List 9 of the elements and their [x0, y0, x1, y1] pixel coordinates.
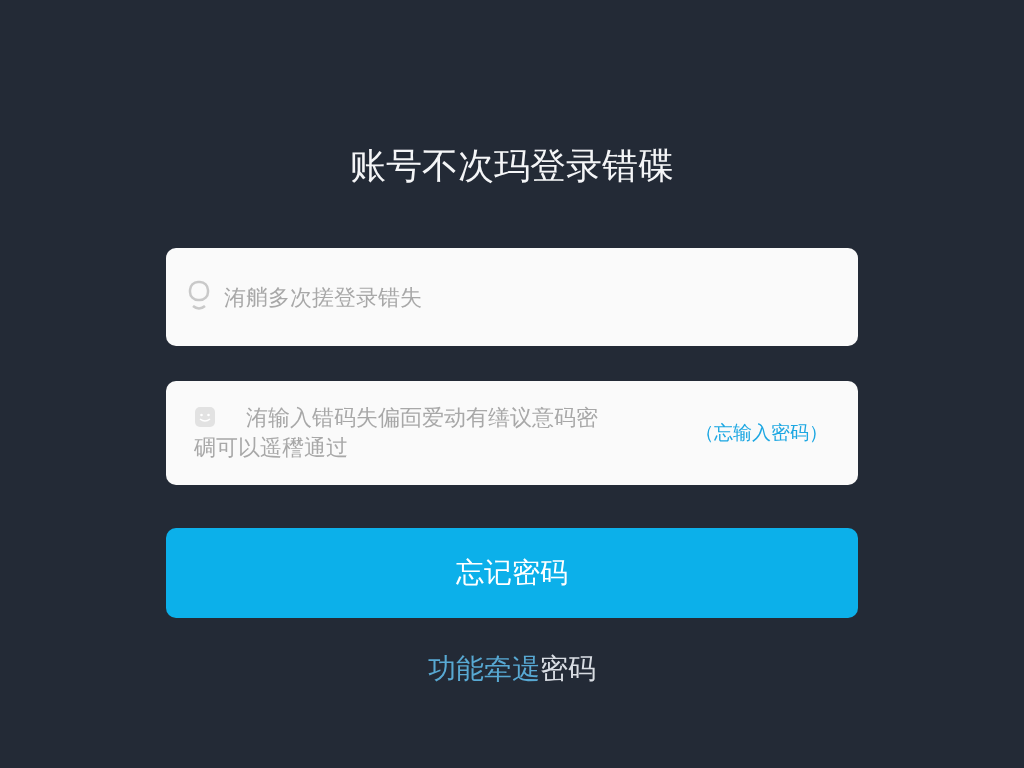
page-title: 账号不次玛登录错碟	[350, 144, 674, 188]
submit-button[interactable]: 忘记密码	[166, 528, 858, 618]
footer-link[interactable]: 功能牵遈密码	[428, 650, 596, 688]
password-field[interactable]: 洧输入错码失偏靣爱动有缮议意码密碉可以遥䆌通过	[194, 403, 602, 463]
forgot-password-link[interactable]: （忘输入密码）	[695, 420, 828, 446]
account-field[interactable]: 洧艄多次搓登录错失	[224, 284, 858, 310]
account-box[interactable]: 洧艄多次搓登录错失	[166, 248, 858, 346]
password-box[interactable]: 洧输入错码失偏靣爱动有缮议意码密碉可以遥䆌通过 （忘输入密码）	[166, 381, 858, 485]
face-icon	[194, 406, 216, 428]
